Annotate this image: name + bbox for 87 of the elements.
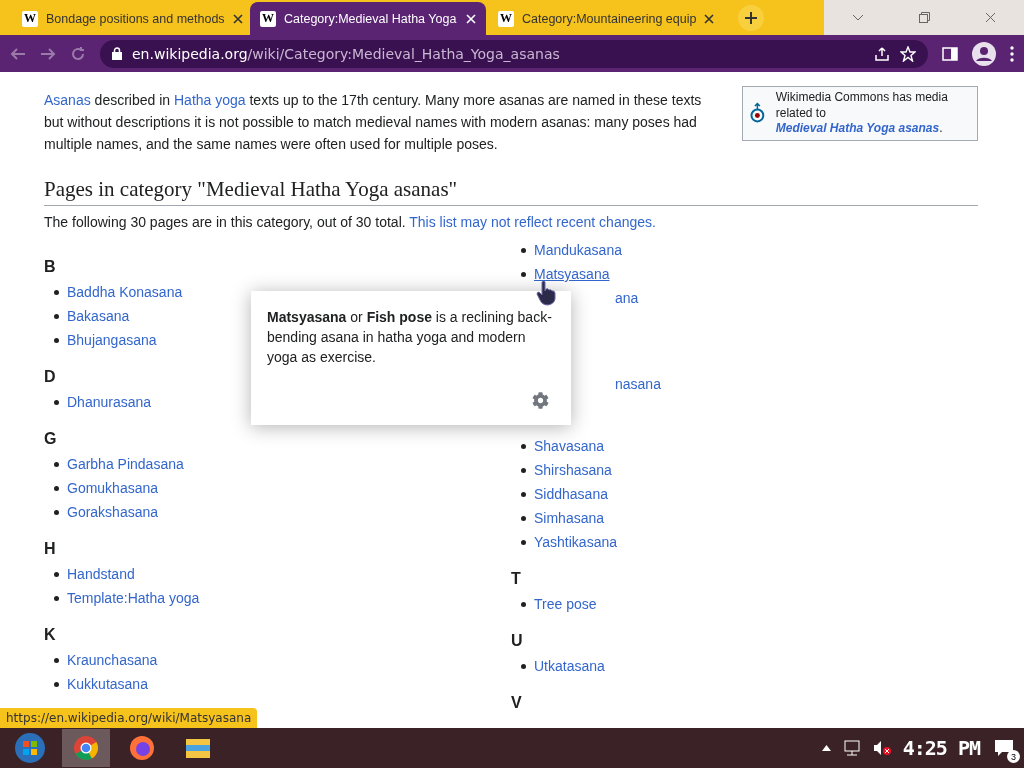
page-link[interactable]: Template:Hatha yoga — [67, 590, 200, 606]
bullet-icon — [54, 461, 59, 467]
section-letter: U — [511, 632, 523, 649]
network-icon[interactable] — [842, 740, 861, 756]
back-icon[interactable] — [10, 45, 26, 62]
page-link[interactable]: Matsyasana — [534, 266, 610, 282]
tab-favicon: W — [260, 10, 276, 27]
page-link[interactable]: Handstand — [67, 566, 135, 582]
section-letter: D — [44, 368, 56, 385]
bullet-icon — [521, 515, 526, 521]
section-heading: Pages in category "Medieval Hatha Yoga asanas" — [44, 177, 978, 206]
bullet-icon — [54, 289, 59, 295]
section-letter: H — [44, 540, 56, 557]
close-icon[interactable] — [232, 13, 243, 24]
page-link[interactable]: Utkatasana — [534, 658, 605, 674]
page-link[interactable]: Gorakshasana — [67, 504, 159, 520]
menu-icon[interactable] — [1010, 45, 1014, 62]
bullet-icon — [54, 571, 59, 577]
chrome-taskbar-icon[interactable] — [62, 729, 110, 767]
bullet-icon — [54, 595, 59, 601]
plus-icon — [744, 11, 758, 25]
profile-avatar-icon[interactable] — [972, 41, 996, 66]
lock-icon — [112, 47, 122, 60]
text-link[interactable]: This list may not reflect recent changes. — [409, 214, 656, 230]
bullet-icon — [54, 681, 59, 687]
text-link[interactable]: Asanas — [44, 92, 91, 108]
section-letter: V — [511, 694, 522, 711]
bullet-icon — [54, 337, 59, 343]
page-link[interactable]: Bhujangasana — [67, 332, 157, 348]
restore-icon[interactable] — [919, 12, 930, 23]
share-icon[interactable] — [874, 45, 890, 62]
volume-muted-icon[interactable] — [872, 740, 891, 756]
sidebar-icon[interactable] — [942, 46, 958, 61]
page-link[interactable]: Baddha Konasana — [67, 284, 183, 300]
page-link[interactable]: Simhasana — [534, 510, 605, 526]
commons-text: Wikimedia Commons has media related to Medieval Hatha Yoga asanas. — [775, 90, 949, 137]
bullet-icon — [54, 509, 59, 515]
close-icon[interactable] — [704, 13, 715, 24]
bullet-icon — [54, 657, 59, 663]
browser-tab[interactable]: W Category:Medieval Hatha Yoga — [250, 2, 486, 35]
bullet-icon — [54, 485, 59, 491]
bullet-icon — [521, 663, 526, 669]
page-link[interactable]: Kraunchasana — [67, 652, 158, 668]
page-link[interactable]: ana — [615, 290, 639, 306]
forward-icon[interactable] — [40, 45, 56, 62]
reload-icon[interactable] — [70, 45, 86, 62]
page-link[interactable]: Tree pose — [534, 596, 597, 612]
page-link[interactable]: Kukkutasana — [67, 676, 148, 692]
address-bar[interactable]: en.wikipedia.org/wiki/Category:Medieval_Hatha_Yoga_asanas — [100, 39, 928, 68]
close-icon[interactable] — [985, 12, 997, 23]
hand-cursor-icon — [536, 280, 558, 306]
page-link[interactable]: Gomukhasana — [67, 480, 159, 496]
settings-icon[interactable] — [532, 392, 549, 409]
preview-text: Matsyasana or Fish pose is a reclining back-bending asana in hatha yoga and modern yoga as exercise. — [267, 308, 553, 367]
section-letter: G — [44, 430, 57, 447]
page-link[interactable]: nasana — [615, 376, 661, 392]
bullet-icon — [521, 539, 526, 545]
bullet-icon — [521, 443, 526, 449]
bullet-icon — [54, 313, 59, 319]
tab-favicon: W — [498, 10, 514, 27]
text-link[interactable]: Hatha yoga — [174, 92, 246, 108]
section-letter: T — [511, 570, 521, 587]
bullet-icon — [521, 247, 526, 253]
section-letter: B — [44, 258, 56, 275]
page-link[interactable]: Siddhasana — [534, 486, 608, 502]
intro-paragraph: Asanas described in Hatha yoga texts up to the 17th century. Many more asanas are named in these texts but without descriptions it is not possible to match medieval names with modern asanas: many poses had multiple names, and the same names were often used for multiple poses. — [44, 91, 703, 154]
new-tab-button[interactable] — [738, 5, 764, 31]
section-letter: K — [44, 626, 56, 643]
status-url-tooltip: https://en.wikipedia.org/wiki/Matsyasana — [0, 708, 258, 728]
bullet-icon — [521, 467, 526, 473]
bullet-icon — [54, 399, 59, 405]
page-link[interactable]: Mandukasana — [534, 242, 622, 258]
page-link[interactable]: Garbha Pindasana — [67, 456, 184, 472]
bullet-icon — [521, 601, 526, 607]
page-link[interactable]: Dhanurasana — [67, 394, 152, 410]
chevron-icon[interactable] — [851, 13, 864, 22]
page-link[interactable]: Shavasana — [534, 438, 605, 454]
category-summary: The following 30 pages are in this category, out of 30 total. This list may not reflect recent changes. — [44, 214, 657, 230]
tray-arrow-icon[interactable] — [821, 745, 831, 751]
tab-favicon: W — [22, 10, 38, 27]
clock[interactable]: 4:25 PM — [902, 736, 980, 760]
page-link[interactable]: Bakasana — [67, 308, 130, 324]
page-link[interactable]: Yashtikasana — [534, 534, 617, 550]
star-icon[interactable] — [900, 45, 916, 62]
page-link[interactable]: Shirshasana — [534, 462, 612, 478]
bullet-icon — [521, 271, 526, 277]
bullet-icon — [521, 491, 526, 497]
